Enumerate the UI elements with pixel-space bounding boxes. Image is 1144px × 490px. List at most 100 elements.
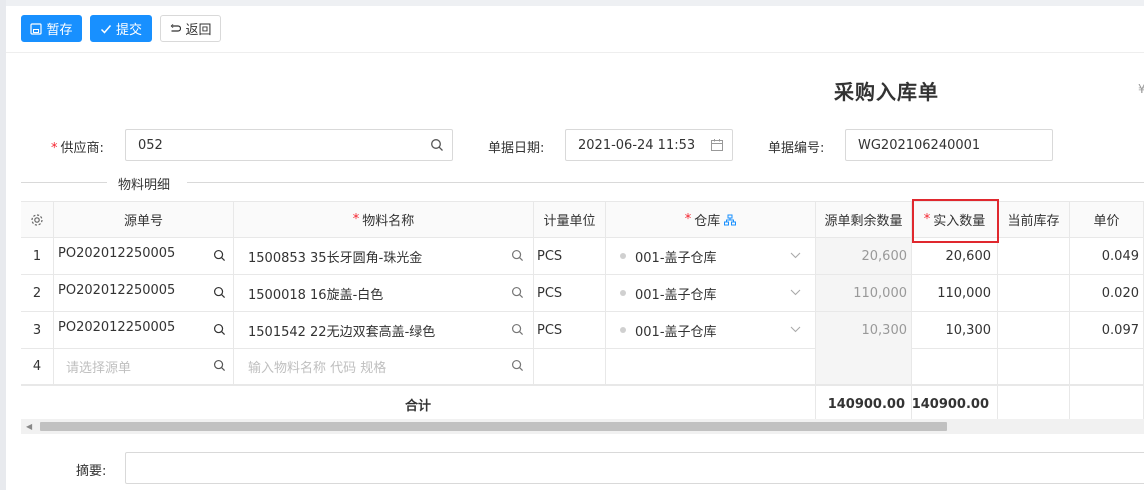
search-icon[interactable] [213, 323, 226, 336]
scrollbar-thumb[interactable] [40, 422, 947, 431]
scroll-left-arrow-icon[interactable]: ◀ [26, 422, 32, 431]
header-price: 单价 [1070, 202, 1144, 237]
material-placeholder: 输入物料名称 代码 规格 [248, 360, 387, 376]
return-icon [171, 23, 182, 32]
unit-cell [534, 348, 606, 384]
date-label: 单据日期: [488, 141, 545, 156]
summary-actual-total: 140900.00 [912, 386, 998, 420]
warehouse-cell[interactable] [606, 348, 816, 384]
required-mark: * [51, 141, 58, 156]
table-row: 1 PO202012250005 1500853 35长牙圆角-珠光金 PCS 001-… [21, 238, 1144, 275]
gear-icon[interactable] [30, 213, 44, 227]
save-icon [30, 22, 43, 35]
warehouse-select[interactable]: 001-盖子仓库 [606, 238, 816, 274]
remaining-cell: 10,300 [816, 312, 912, 348]
table-row: 2 PO202012250005 1500018 16旋盖-白色 PCS 001-盖子仓… [21, 275, 1144, 312]
material-value: 1500018 16旋盖-白色 [248, 287, 384, 303]
org-tree-icon[interactable] [724, 214, 737, 226]
warehouse-select[interactable]: 001-盖子仓库 [606, 312, 816, 348]
remaining-cell: 20,600 [816, 238, 912, 274]
horizontal-scrollbar[interactable]: ◀ [21, 419, 1144, 434]
header-source-no: 源单号 [54, 202, 234, 237]
corner-text: ¥ [1138, 82, 1144, 96]
number-label: 单据编号: [768, 141, 825, 156]
source-no-cell[interactable]: PO202012250005 [54, 275, 234, 311]
search-icon[interactable] [213, 286, 226, 299]
search-icon[interactable] [511, 286, 524, 299]
row-index: 1 [21, 238, 54, 274]
submit-label: 提交 [115, 23, 142, 38]
save-draft-button[interactable]: 暂存 [21, 15, 82, 42]
remark-label: 摘要: [76, 464, 107, 479]
actual-qty-cell[interactable]: 110,000 [912, 275, 998, 311]
material-cell[interactable]: 1500018 16旋盖-白色 [234, 275, 534, 311]
chevron-down-icon[interactable] [790, 289, 801, 296]
warehouse-value: 001-盖子仓库 [635, 250, 717, 266]
status-dot [620, 253, 626, 259]
section-divider-left [21, 182, 107, 183]
stock-cell [998, 312, 1070, 348]
highlight-box [912, 199, 999, 243]
header-remaining: 源单剩余数量 [816, 202, 912, 237]
submit-button[interactable]: 提交 [90, 15, 152, 42]
material-cell[interactable]: 1500853 35长牙圆角-珠光金 [234, 238, 534, 274]
chevron-down-icon[interactable] [790, 326, 801, 333]
summary-price [1070, 386, 1144, 420]
supplier-label: * 供应商: [51, 137, 104, 156]
section-title: 物料明细 [118, 178, 171, 193]
actual-qty-cell[interactable]: 10,300 [912, 312, 998, 348]
unit-cell: PCS [534, 238, 606, 274]
source-no-cell[interactable]: PO202012250005 [54, 312, 234, 348]
material-cell[interactable]: 1501542 22无边双套高盖-绿色 [234, 312, 534, 348]
date-value: 2021-06-24 11:53 [578, 137, 696, 153]
back-button[interactable]: 返回 [160, 15, 221, 42]
search-icon[interactable] [213, 249, 226, 262]
price-cell[interactable] [1070, 348, 1144, 384]
actual-qty-cell[interactable]: 20,600 [912, 238, 998, 274]
material-input[interactable]: 输入物料名称 代码 规格 [234, 348, 534, 384]
search-icon[interactable] [213, 359, 226, 372]
status-dot [620, 290, 626, 296]
purchase-receipt-form: 暂存 提交 返回 采购入库单 ¥ * 供应商: 052 单据日期: 2021-06… [6, 6, 1144, 490]
header-stock: 当前库存 [998, 202, 1070, 237]
price-cell[interactable]: 0.097 [1070, 312, 1144, 348]
source-no-input[interactable]: 请选择源单 [54, 348, 234, 384]
required-mark: * [684, 212, 692, 227]
warehouse-value: 001-盖子仓库 [635, 324, 717, 340]
source-no-value: PO202012250005 [58, 320, 176, 335]
source-no-value: PO202012250005 [58, 283, 176, 298]
search-icon[interactable] [511, 249, 524, 262]
material-value: 1500853 35长牙圆角-珠光金 [248, 250, 423, 266]
search-icon[interactable] [511, 359, 524, 372]
source-no-cell[interactable]: PO202012250005 [54, 238, 234, 274]
check-icon [100, 24, 112, 34]
price-cell[interactable]: 0.020 [1070, 275, 1144, 311]
chevron-down-icon[interactable] [790, 252, 801, 259]
required-mark: * [352, 212, 360, 227]
actual-qty-cell[interactable] [912, 348, 998, 384]
remark-input[interactable] [125, 452, 1144, 484]
row-index: 4 [21, 348, 54, 384]
header-warehouse: * 仓库 [606, 202, 816, 237]
page-title: 采购入库单 [834, 80, 939, 104]
supplier-label-text: 供应商: [60, 141, 104, 156]
column-settings[interactable] [21, 202, 54, 237]
stock-cell [998, 348, 1070, 384]
unit-cell: PCS [534, 275, 606, 311]
row-index: 3 [21, 312, 54, 348]
source-placeholder: 请选择源单 [66, 360, 132, 376]
price-cell[interactable]: 0.049 [1070, 238, 1144, 274]
stock-cell [998, 238, 1070, 274]
material-value: 1501542 22无边双套高盖-绿色 [248, 324, 436, 340]
stock-cell [998, 275, 1070, 311]
calendar-icon[interactable] [710, 138, 724, 152]
warehouse-value: 001-盖子仓库 [635, 287, 717, 303]
supplier-input[interactable]: 052 [125, 129, 453, 161]
warehouse-select[interactable]: 001-盖子仓库 [606, 275, 816, 311]
table-row: 3 PO202012250005 1501542 22无边双套高盖-绿色 PCS 001… [21, 312, 1144, 349]
toolbar-divider [6, 52, 1144, 53]
number-input[interactable]: WG202106240001 [845, 129, 1053, 161]
search-icon[interactable] [430, 138, 444, 152]
date-input[interactable]: 2021-06-24 11:53 [565, 129, 733, 161]
search-icon[interactable] [511, 323, 524, 336]
